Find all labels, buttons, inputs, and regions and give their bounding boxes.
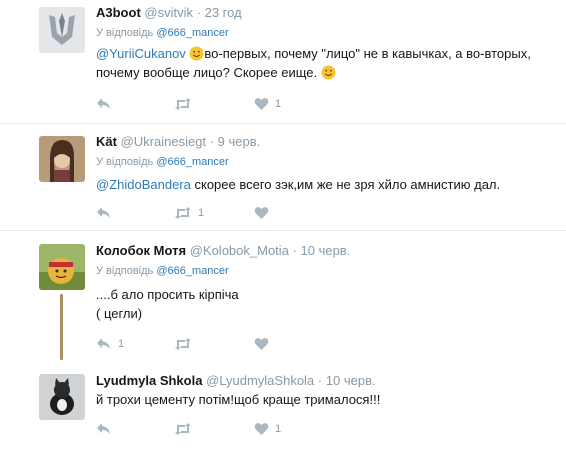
display-name[interactable]: Kät: [96, 134, 117, 149]
avatar[interactable]: [39, 136, 85, 182]
mention-link[interactable]: @YuriiCukanov: [96, 46, 186, 61]
reply-button[interactable]: [96, 205, 112, 221]
retweet-button[interactable]: [174, 421, 192, 437]
tweet-header: A3boot @svitvik · 23 год: [96, 5, 242, 20]
reply-button[interactable]: [96, 96, 112, 112]
timestamp[interactable]: 23 год: [205, 5, 242, 20]
tweet-1: A3boot @svitvik · 23 год У відповідь @66…: [0, 0, 566, 123]
tweet-header: Колобок Мотя @Kolobok_Motia · 10 черв.: [96, 243, 350, 258]
separator-dot: ·: [292, 243, 297, 258]
trident-avatar-icon: [39, 7, 85, 53]
reply-count: 1: [118, 338, 125, 350]
retweet-icon: [175, 207, 191, 219]
user-handle[interactable]: @Kolobok_Motia: [190, 243, 289, 258]
display-name[interactable]: Колобок Мотя: [96, 243, 186, 258]
like-count: 1: [275, 423, 282, 435]
heart-icon: [254, 207, 269, 219]
reply-button[interactable]: 1: [96, 336, 124, 352]
reply-to-mention[interactable]: @666_mancer: [156, 156, 228, 168]
portrait-avatar-icon: [39, 136, 85, 182]
timestamp[interactable]: 9 черв.: [218, 134, 261, 149]
user-handle[interactable]: @LyudmylaShkola: [206, 373, 314, 388]
like-button[interactable]: [254, 205, 269, 221]
tweet-text-line1: ....б ало просить кірпіча: [96, 287, 239, 302]
timestamp[interactable]: 10 черв.: [301, 243, 351, 258]
reply-context: У відповідь @666_mancer: [96, 27, 229, 39]
reply-prefix: У відповідь: [96, 265, 154, 277]
mention-link[interactable]: @ZhidoBandera: [96, 177, 191, 192]
tweet-text-body: й трохи цементу потім!щоб краще трималос…: [96, 392, 381, 407]
cat-avatar-icon: [39, 374, 85, 420]
tweet-text: @ZhidoBandera скорее всего зэк,им же не …: [96, 175, 562, 194]
display-name[interactable]: Lyudmyla Shkola: [96, 373, 202, 388]
user-handle[interactable]: @svitvik: [144, 5, 193, 20]
tweet-text-line2b: ище.: [288, 65, 318, 80]
tweet-text: @YuriiCukanov во-первых, почему "лицо" н…: [96, 44, 562, 82]
like-count: 1: [275, 98, 282, 110]
reply-to-mention[interactable]: @666_mancer: [156, 265, 228, 277]
separator-dot: ·: [196, 5, 201, 20]
reply-context: У відповідь @666_mancer: [96, 265, 229, 277]
separator-dot: ·: [209, 134, 214, 149]
reply-icon: [97, 207, 110, 218]
like-button[interactable]: [254, 336, 269, 352]
reply-prefix: У відповідь: [96, 27, 154, 39]
tweet-2: Kät @Ukrainesiegt · 9 черв. У відповідь …: [0, 124, 566, 227]
retweet-icon: [175, 338, 191, 350]
avatar[interactable]: [39, 374, 85, 420]
thread-line: [60, 294, 63, 360]
reply-icon: [97, 423, 110, 434]
retweet-icon: [175, 423, 191, 435]
reply-icon: [97, 338, 110, 349]
tweet-3: Колобок Мотя @Kolobok_Motia · 10 черв. У…: [0, 231, 566, 361]
timestamp[interactable]: 10 черв.: [326, 373, 376, 388]
tweet-text: ....б ало просить кірпіча ( цегли): [96, 285, 562, 323]
tweet-header: Kät @Ukrainesiegt · 9 черв.: [96, 134, 260, 149]
retweet-button[interactable]: [174, 336, 192, 352]
reply-prefix: У відповідь: [96, 156, 154, 168]
smile-emoji-icon: [189, 46, 204, 61]
display-name[interactable]: A3boot: [96, 5, 141, 20]
like-button[interactable]: 1: [254, 96, 281, 112]
avatar[interactable]: [39, 244, 85, 290]
retweet-count: 1: [198, 207, 205, 219]
tweet-4: Lyudmyla Shkola @LyudmylaShkola · 10 чер…: [0, 362, 566, 453]
retweet-button[interactable]: 1: [174, 205, 204, 221]
reply-context: У відповідь @666_mancer: [96, 156, 229, 168]
tweet-text: й трохи цементу потім!щоб краще трималос…: [96, 390, 562, 409]
tweet-text-body: скорее всего зэк,им же не зря хйло амнис…: [190, 177, 501, 192]
tweet-text-line2: ( цегли): [96, 306, 143, 321]
reply-to-mention[interactable]: @666_mancer: [156, 27, 228, 39]
retweet-button[interactable]: [174, 96, 192, 112]
tweet-text-line1: во-первых, почему "лицо" не в кавычках, …: [204, 46, 531, 61]
kolobok-avatar-icon: [39, 244, 85, 290]
avatar[interactable]: [39, 7, 85, 53]
reply-button[interactable]: [96, 421, 112, 437]
heart-icon: [254, 423, 269, 435]
heart-icon: [254, 98, 269, 110]
user-handle[interactable]: @Ukrainesiegt: [121, 134, 206, 149]
tweet-header: Lyudmyla Shkola @LyudmylaShkola · 10 чер…: [96, 373, 376, 388]
reply-icon: [97, 98, 110, 109]
separator-dot: ·: [317, 373, 323, 388]
like-button[interactable]: 1: [254, 421, 281, 437]
tweet-text-line2a: почему вообще лицо? Скорее е: [96, 65, 289, 80]
heart-icon: [254, 338, 269, 350]
smile-emoji-icon: [321, 65, 336, 80]
retweet-icon: [175, 98, 191, 110]
